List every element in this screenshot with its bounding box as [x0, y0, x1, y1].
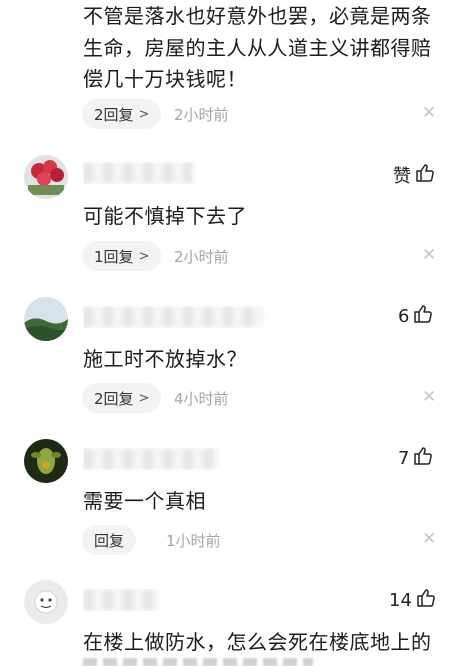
avatar[interactable] — [24, 439, 68, 483]
cut-off-text-line — [83, 658, 313, 666]
reply-label: 回复 — [94, 531, 125, 550]
comment-text: 施工时不放掉水？ — [83, 347, 247, 371]
username[interactable] — [83, 448, 223, 470]
avatar[interactable] — [24, 297, 68, 341]
comment-text: 在楼上做防水，怎么会死在楼底地上的 — [83, 630, 432, 654]
comment-text: 可能不慎掉下去了 — [83, 204, 247, 228]
comment-time: 2小时前 — [174, 106, 229, 124]
like-button[interactable]: 14 — [389, 588, 436, 613]
avatar[interactable] — [24, 155, 68, 199]
comment-time: 4小时前 — [174, 390, 229, 408]
thumbs-up-icon — [412, 588, 436, 613]
blurred-username — [83, 162, 193, 184]
chevron-right-icon: > — [138, 106, 150, 122]
like-label: 7 — [398, 448, 410, 469]
thumbs-up-icon — [409, 304, 433, 329]
reply-label: 1回复 — [94, 247, 134, 266]
like-label: 14 — [389, 590, 412, 611]
blurred-username — [83, 306, 263, 328]
username[interactable] — [83, 589, 163, 611]
reply-button[interactable]: 回复 — [82, 525, 137, 555]
blurred-username — [83, 589, 158, 611]
chevron-right-icon: > — [138, 248, 150, 264]
close-icon[interactable]: ✕ — [422, 103, 436, 123]
close-icon[interactable]: ✕ — [422, 245, 436, 265]
thumbs-up-icon — [411, 163, 435, 188]
comment-time: 1小时前 — [166, 532, 221, 550]
username[interactable] — [83, 306, 268, 328]
comment-text-line: 生命，房屋的主人从人道主义讲都得赔 — [83, 36, 432, 60]
like-button[interactable]: 7 — [398, 446, 433, 471]
chevron-right-icon: > — [138, 390, 150, 406]
like-label: 6 — [398, 306, 410, 327]
like-button[interactable]: 6 — [398, 304, 433, 329]
comment-text-line: 不管是落水也好意外也罢，必竟是两条 — [83, 4, 432, 28]
thumbs-up-icon — [409, 446, 433, 471]
username[interactable] — [83, 162, 198, 184]
comment-text-line: 偿几十万块钱呢！ — [83, 67, 247, 91]
close-icon[interactable]: ✕ — [422, 387, 436, 407]
close-icon[interactable]: ✕ — [422, 529, 436, 549]
comment-text: 需要一个真相 — [83, 489, 206, 513]
reply-button[interactable]: 2回复 > — [82, 99, 162, 129]
comment-time: 2小时前 — [174, 248, 229, 266]
reply-label: 2回复 — [94, 389, 134, 408]
reply-button[interactable]: 1回复 > — [82, 241, 162, 271]
like-button[interactable]: 赞 — [393, 162, 435, 188]
reply-button[interactable]: 2回复 > — [82, 383, 162, 413]
like-label: 赞 — [393, 166, 411, 187]
avatar[interactable] — [24, 580, 68, 624]
reply-label: 2回复 — [94, 105, 134, 124]
blurred-username — [83, 448, 218, 470]
